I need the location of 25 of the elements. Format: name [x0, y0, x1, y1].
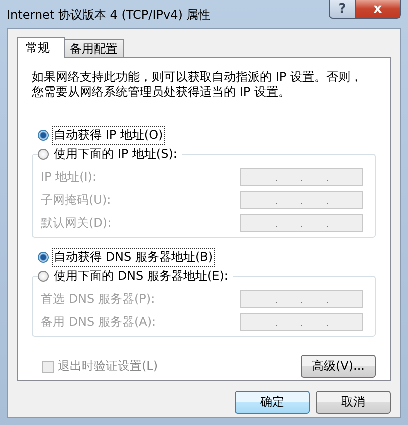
- description-text: 如果网络支持此功能，则可以获取自动指派的 IP 设置。否则，您需要从网络系统管理员处获得适当的 IP 设置。: [32, 70, 364, 100]
- window-title: Internet 协议版本 4 (TCP/IPv4) 属性: [7, 7, 211, 24]
- dialog-button[interactable]: 取消: [316, 391, 391, 414]
- ip-address-field[interactable]: [240, 191, 363, 209]
- radio-option[interactable]: 自动获得 DNS 服务器地址(B): [38, 248, 376, 267]
- radio-icon[interactable]: [38, 252, 49, 263]
- ip-address-field[interactable]: [240, 290, 363, 308]
- ip-address-field[interactable]: [240, 313, 363, 331]
- help-button[interactable]: ?: [329, 0, 356, 19]
- tab[interactable]: 备用配置: [64, 39, 124, 57]
- radio-icon[interactable]: [38, 271, 49, 282]
- radio-option[interactable]: 自动获得 IP 地址(O): [38, 126, 376, 145]
- field-label: 默认网关(D):: [41, 214, 112, 232]
- field-label: 备用 DNS 服务器(A):: [41, 314, 156, 330]
- ip-address-field[interactable]: [240, 168, 363, 186]
- ip-address-field[interactable]: [240, 214, 363, 232]
- close-button[interactable]: x: [356, 0, 401, 19]
- radio-icon[interactable]: [38, 130, 49, 141]
- field-label: IP 地址(I):: [41, 168, 97, 186]
- field-label: 子网掩码(U):: [41, 192, 112, 208]
- tab[interactable]: 常规: [17, 37, 65, 58]
- radio-icon[interactable]: [38, 149, 49, 160]
- advanced-button[interactable]: 高级(V)...: [301, 355, 376, 378]
- dialog-button[interactable]: 确定: [235, 391, 310, 414]
- field-label: 首选 DNS 服务器(P):: [41, 290, 156, 308]
